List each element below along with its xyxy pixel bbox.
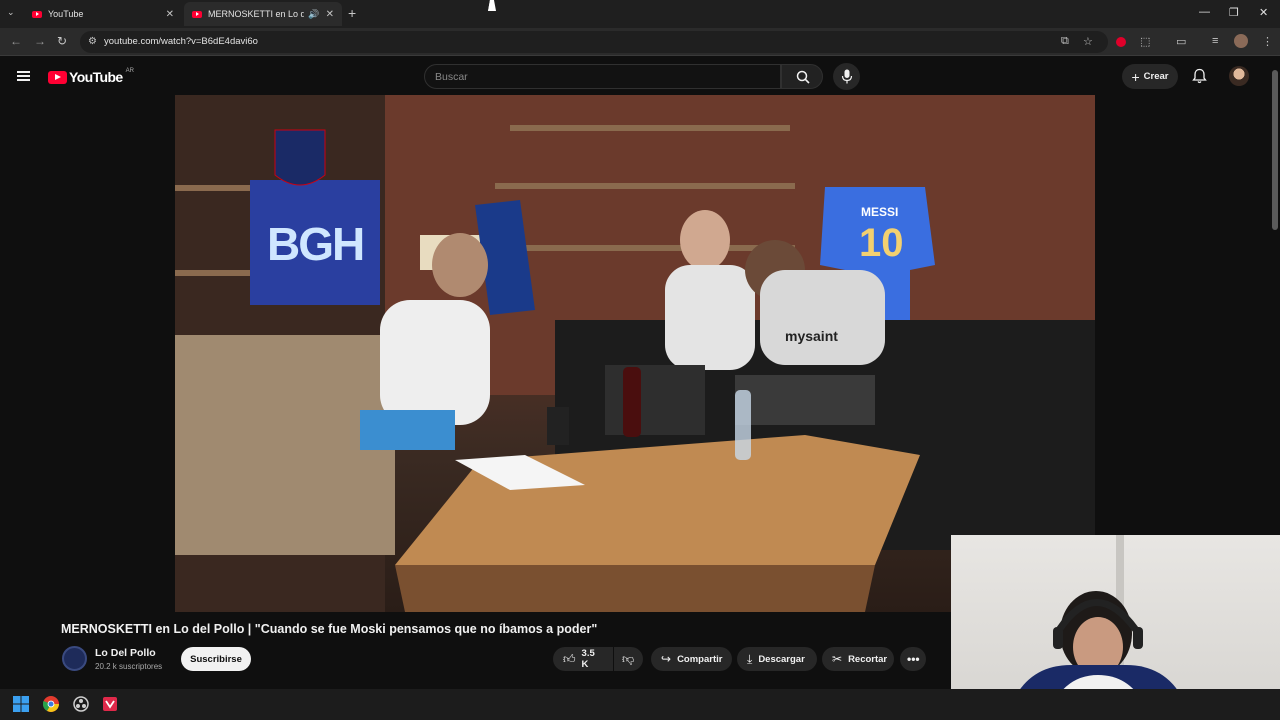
youtube-play-icon	[48, 70, 67, 84]
voice-search-button[interactable]	[833, 63, 860, 90]
subscribe-button[interactable]: Suscribirse	[181, 647, 251, 671]
share-button[interactable]: ↪ Compartir	[651, 647, 732, 671]
plus-icon: +	[1131, 68, 1140, 85]
channel-avatar[interactable]	[62, 646, 87, 671]
download-label: Descargar	[758, 653, 805, 665]
address-bar[interactable]: ⚙ youtube.com/watch?v=B6dE4davi6o	[80, 31, 1108, 53]
tab-title: YouTube	[48, 9, 84, 19]
url-text: youtube.com/watch?v=B6dE4davi6o	[104, 36, 258, 47]
forward-icon[interactable]: →	[34, 34, 46, 48]
bookmark-star-icon[interactable]: ☆	[1083, 35, 1093, 48]
mouse-cursor-icon	[488, 0, 498, 11]
extension-red-icon[interactable]	[1116, 37, 1126, 47]
profile-icon[interactable]	[1234, 34, 1248, 48]
shirt-text: mysaint	[785, 328, 838, 344]
youtube-logo[interactable]: YouTube AR	[48, 68, 134, 85]
restore-icon[interactable]: ❐	[1229, 6, 1239, 19]
extensions-icon[interactable]: ⬚	[1140, 35, 1150, 48]
browser-tab-bar: ⌄ YouTube ✕ MERNOSKETTI en Lo del Pollo …	[0, 0, 1280, 28]
thumbs-down-icon: 👎︎	[622, 651, 635, 666]
tab-search-list-icon[interactable]: ≡	[1212, 35, 1218, 47]
download-icon: ⤓	[747, 651, 753, 666]
app-red-icon[interactable]	[102, 696, 118, 712]
windows-start-icon[interactable]	[13, 696, 29, 712]
windows-taskbar	[0, 689, 1280, 720]
browser-toolbar: ← → ↻ ⚙ youtube.com/watch?v=B6dE4davi6o …	[0, 28, 1280, 56]
close-tab-icon[interactable]: ✕	[326, 9, 334, 20]
search-input[interactable]	[425, 65, 780, 88]
obs-icon[interactable]	[73, 696, 89, 712]
search-icon	[796, 70, 810, 84]
video-title: MERNOSKETTI en Lo del Pollo | "Cuando se…	[61, 622, 598, 636]
more-actions-button[interactable]: •••	[900, 647, 926, 671]
youtube-favicon-icon	[32, 10, 42, 18]
speaker-icon[interactable]: 🔊	[308, 9, 319, 20]
youtube-favicon-icon	[192, 10, 202, 18]
subscriber-count: 20.2 k suscriptores	[95, 662, 163, 671]
search-box[interactable]	[424, 64, 781, 89]
thumbs-up-icon: 👍︎	[563, 651, 576, 666]
install-app-icon[interactable]: ⧉	[1061, 35, 1069, 48]
notifications-bell-icon[interactable]	[1192, 68, 1207, 84]
share-icon: ↪	[661, 652, 672, 666]
minimize-icon[interactable]: —	[1199, 6, 1210, 18]
microphone-icon	[841, 69, 853, 84]
browser-menu-icon[interactable]: ⋮	[1262, 35, 1273, 48]
cast-icon[interactable]: ▭	[1176, 35, 1186, 48]
scissors-icon: ✂	[832, 652, 843, 666]
tab-youtube[interactable]: YouTube ✕	[24, 2, 182, 26]
create-label: Crear	[1143, 71, 1169, 82]
sign-text: BGH	[267, 218, 365, 270]
like-count: 3.5 K	[581, 648, 595, 670]
site-info-icon[interactable]: ⚙	[88, 36, 97, 47]
page-scrollbar[interactable]	[1272, 70, 1278, 230]
clip-label: Recortar	[848, 653, 888, 665]
new-tab-icon[interactable]: +	[348, 5, 356, 21]
logo-text: YouTube	[69, 69, 123, 85]
back-icon[interactable]: ←	[10, 34, 22, 48]
jersey-name-text: MESSI	[861, 205, 899, 219]
country-code: AR	[125, 68, 134, 74]
tab-video[interactable]: MERNOSKETTI en Lo del Pollo 🔊 ✕	[184, 2, 342, 26]
dislike-button[interactable]: 👎︎	[614, 647, 643, 671]
channel-name[interactable]: Lo Del Pollo	[95, 647, 156, 659]
jersey-number-text: 10	[859, 221, 904, 265]
youtube-header: YouTube AR + Crear	[0, 57, 1280, 95]
more-icon: •••	[907, 652, 920, 666]
close-window-icon[interactable]: ✕	[1259, 6, 1268, 19]
tab-search-icon[interactable]: ⌄	[7, 7, 15, 18]
search-button[interactable]	[781, 64, 823, 89]
download-button[interactable]: ⤓ Descargar	[737, 647, 817, 671]
close-tab-icon[interactable]: ✕	[166, 9, 174, 20]
create-button[interactable]: + Crear	[1122, 64, 1178, 89]
chrome-icon[interactable]	[42, 696, 59, 712]
share-label: Compartir	[677, 653, 723, 665]
hamburger-menu-icon[interactable]	[17, 71, 30, 81]
clip-button[interactable]: ✂ Recortar	[822, 647, 894, 671]
user-avatar[interactable]	[1229, 66, 1249, 86]
like-button[interactable]: 👍︎ 3.5 K	[553, 647, 613, 671]
tab-title: MERNOSKETTI en Lo del Pollo	[208, 9, 305, 19]
reload-icon[interactable]: ↻	[57, 34, 67, 48]
